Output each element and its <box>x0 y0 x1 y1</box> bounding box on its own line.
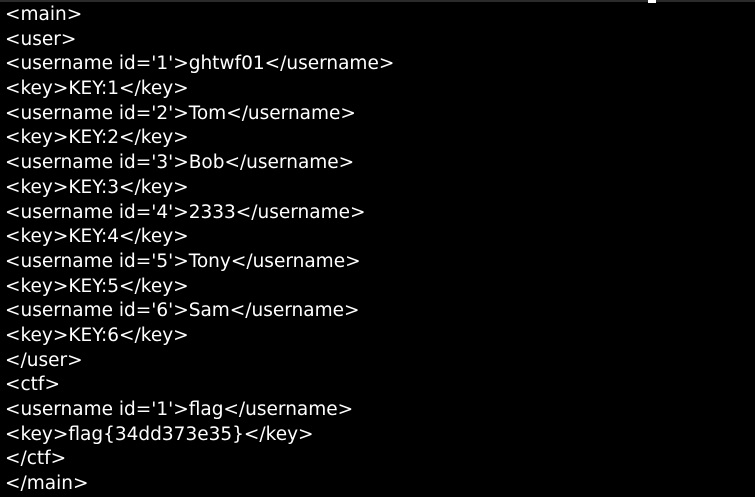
output-line: <key>KEY:4</key> <box>5 226 189 248</box>
terminal-window[interactable]: <main> <user> <username id='1'>ghtwf01</… <box>0 0 755 495</box>
output-line: <key>KEY:6</key> <box>5 324 189 346</box>
window-top-border <box>0 0 755 2</box>
text-cursor <box>648 0 656 3</box>
output-line: <key>KEY:1</key> <box>5 78 189 100</box>
output-line: <key>flag{34dd373e35}</key> <box>5 423 314 445</box>
output-line: <username id='1'>flag</username> <box>5 399 354 420</box>
output-line: </main> <box>5 473 89 495</box>
output-line: </user> <box>5 349 83 371</box>
output-line: <ctf> <box>5 374 60 396</box>
output-line: <key>KEY:2</key> <box>5 127 189 149</box>
output-line: <main> <box>5 4 83 25</box>
output-line: <username id='1'>ghtwf01</username> <box>5 53 395 75</box>
output-line: <username id='2'>Tom</username> <box>5 102 356 124</box>
output-line: <username id='5'>Tony</username> <box>5 250 361 272</box>
output-line: <user> <box>5 28 77 50</box>
output-line: <username id='6'>Sam</username> <box>5 300 360 322</box>
output-line: <key>KEY:5</key> <box>5 275 189 297</box>
terminal-output: <main> <user> <username id='1'>ghtwf01</… <box>5 3 394 497</box>
output-line: <username id='3'>Bob</username> <box>5 152 355 174</box>
output-line: <key>KEY:3</key> <box>5 176 189 198</box>
output-line: </ctf> <box>5 448 67 470</box>
output-line: <username id='4'>2333</username> <box>5 201 366 223</box>
